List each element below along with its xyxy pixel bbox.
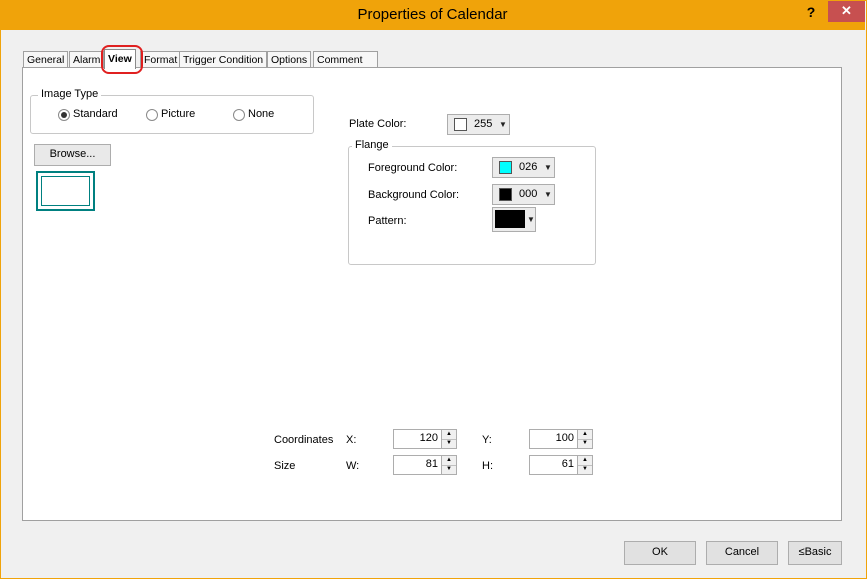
tab-highlight-marker — [101, 45, 143, 74]
w-value: 81 — [425, 458, 438, 470]
spin-down-icon[interactable]: ▼ — [578, 439, 592, 448]
plate-color-value: 255 — [474, 118, 493, 130]
radio-none[interactable] — [233, 109, 245, 121]
basic-button[interactable]: ≤Basic — [788, 541, 842, 565]
y-value: 100 — [555, 432, 574, 444]
tab-options[interactable]: Options — [267, 51, 312, 68]
x-label: X: — [346, 434, 357, 446]
tab-comment[interactable]: Comment — [313, 51, 378, 68]
cancel-button[interactable]: Cancel — [706, 541, 778, 565]
plate-color-dropdown[interactable]: 255 ▼ — [447, 114, 510, 135]
x-spinner[interactable]: ▲ ▼ — [441, 430, 456, 448]
x-value: 120 — [419, 432, 438, 444]
h-spinner[interactable]: ▲ ▼ — [577, 456, 592, 474]
tab-panel-view — [22, 67, 842, 521]
chevron-down-icon: ▼ — [527, 215, 535, 224]
x-input[interactable]: 120 ▲ ▼ — [393, 429, 457, 449]
radio-picture[interactable] — [146, 109, 158, 121]
tab-alarm[interactable]: Alarm — [69, 51, 105, 68]
foreground-color-swatch — [499, 161, 512, 174]
w-spinner[interactable]: ▲ ▼ — [441, 456, 456, 474]
image-preview-inner — [41, 176, 90, 206]
radio-none-label: None — [248, 108, 275, 120]
chevron-down-icon: ▼ — [499, 120, 507, 129]
radio-standard[interactable] — [58, 109, 70, 121]
coordinates-label: Coordinates — [274, 434, 334, 446]
background-color-label: Background Color: — [368, 189, 460, 201]
browse-button[interactable]: Browse... — [34, 144, 111, 166]
spin-down-icon[interactable]: ▼ — [442, 439, 456, 448]
flange-group-label: Flange — [352, 139, 392, 151]
background-color-value: 000 — [519, 188, 538, 200]
background-color-swatch — [499, 188, 512, 201]
chevron-down-icon: ▼ — [544, 163, 552, 172]
plate-color-label: Plate Color: — [349, 118, 407, 130]
size-label: Size — [274, 460, 296, 472]
plate-color-swatch — [454, 118, 467, 131]
chevron-down-icon: ▼ — [544, 190, 552, 199]
foreground-color-label: Foreground Color: — [368, 162, 458, 174]
h-value: 61 — [561, 458, 574, 470]
tab-trigger-condition[interactable]: Trigger Condition — [179, 51, 268, 68]
close-icon: ✕ — [841, 3, 852, 18]
w-input[interactable]: 81 ▲ ▼ — [393, 455, 457, 475]
foreground-color-value: 026 — [519, 161, 538, 173]
radio-standard-label: Standard — [73, 108, 118, 120]
y-label: Y: — [482, 434, 492, 446]
y-input[interactable]: 100 ▲ ▼ — [529, 429, 593, 449]
ok-button[interactable]: OK — [624, 541, 696, 565]
pattern-label: Pattern: — [368, 215, 407, 227]
tab-general[interactable]: General — [23, 51, 69, 68]
radio-picture-label: Picture — [161, 108, 196, 120]
y-spinner[interactable]: ▲ ▼ — [577, 430, 592, 448]
h-label: H: — [482, 460, 493, 472]
image-type-group-label: Image Type — [38, 88, 102, 100]
tab-format[interactable]: Format — [140, 51, 182, 68]
close-button[interactable]: ✕ — [828, 1, 865, 22]
pattern-swatch — [495, 210, 525, 228]
spin-down-icon[interactable]: ▼ — [578, 465, 592, 474]
help-button[interactable]: ? — [794, 2, 828, 24]
background-color-dropdown[interactable]: 000 ▼ — [492, 184, 555, 205]
h-input[interactable]: 61 ▲ ▼ — [529, 455, 593, 475]
window-title: Properties of Calendar — [357, 6, 508, 23]
pattern-dropdown[interactable]: ▼ — [492, 207, 536, 232]
w-label: W: — [346, 460, 360, 472]
foreground-color-dropdown[interactable]: 026 ▼ — [492, 157, 555, 178]
spin-down-icon[interactable]: ▼ — [442, 465, 456, 474]
image-preview — [36, 171, 95, 211]
